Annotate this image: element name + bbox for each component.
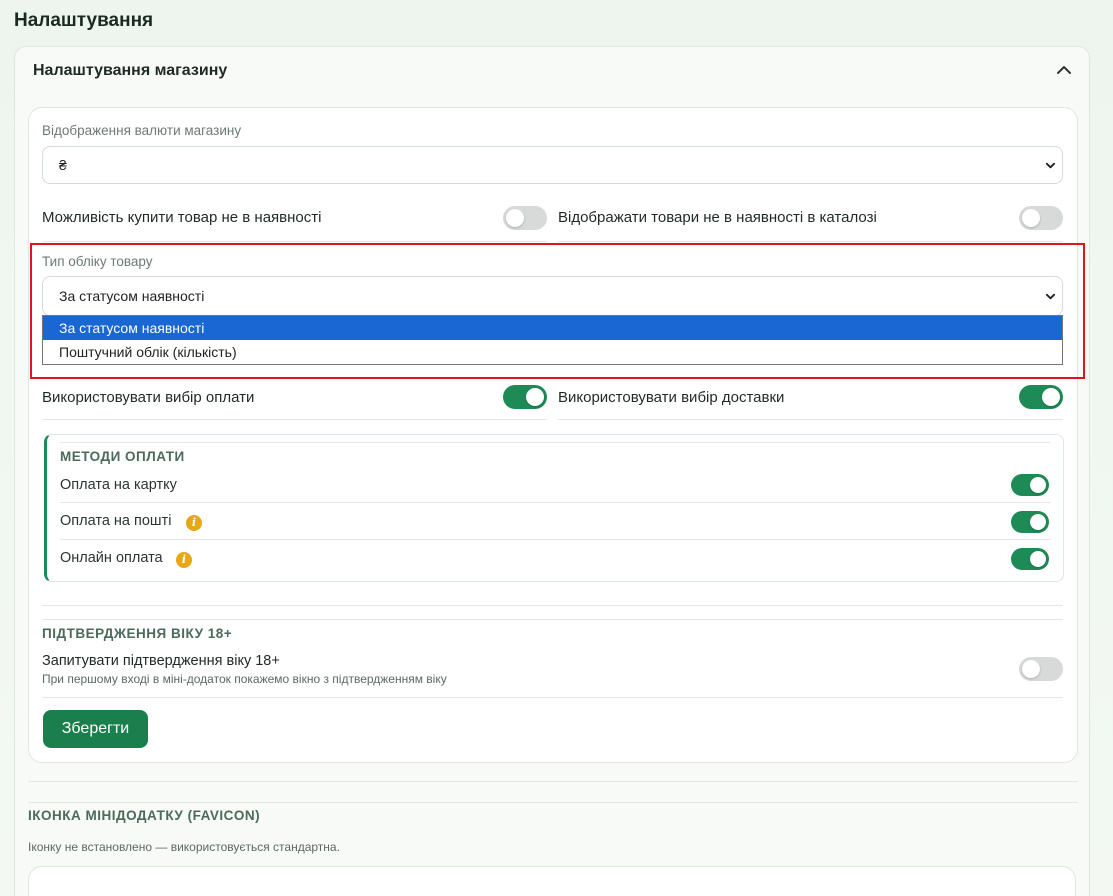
divider	[28, 781, 1078, 782]
payment-method-post-toggle[interactable]	[1011, 511, 1049, 533]
use-delivery-toggle[interactable]	[1019, 385, 1063, 409]
accounting-type-dropdown: За статусом наявності Поштучний облік (к…	[42, 315, 1063, 365]
toggle-knob	[1030, 477, 1046, 493]
toggle-knob	[1042, 388, 1060, 406]
divider	[60, 502, 1050, 503]
buy-out-of-stock-toggle[interactable]	[503, 206, 547, 230]
payment-method-card-toggle[interactable]	[1011, 474, 1049, 496]
save-button[interactable]: Зберегти	[43, 710, 148, 748]
age-section-title: ПІДТВЕРДЖЕННЯ ВІКУ 18+	[42, 626, 233, 641]
accounting-type-label: Тип обліку товару	[42, 254, 153, 269]
divider	[42, 619, 1063, 620]
divider	[60, 442, 1050, 443]
toggle-knob	[506, 209, 524, 227]
payment-method-post-label: Оплата на пошті	[60, 513, 172, 529]
chevron-up-icon[interactable]	[1055, 61, 1073, 79]
payment-method-card-label: Оплата на картку	[60, 477, 177, 493]
toggle-knob	[1030, 514, 1046, 530]
store-settings-form: Відображення валюти магазину ₴ Можливіст…	[28, 107, 1078, 763]
chevron-down-icon	[1045, 293, 1056, 300]
divider	[28, 802, 1078, 803]
toggle-knob	[1030, 551, 1046, 567]
divider	[42, 605, 1063, 606]
accounting-type-value: За статусом наявності	[59, 288, 205, 304]
buy-out-of-stock-label: Можливість купити товар не в наявності	[42, 209, 322, 226]
store-settings-title: Налаштування магазину	[33, 62, 228, 79]
use-payment-label: Використовувати вибір оплати	[42, 389, 255, 406]
store-settings-panel: Налаштування магазину Відображення валют…	[14, 46, 1090, 896]
info-icon[interactable]: i	[176, 552, 192, 568]
age-confirm-toggle[interactable]	[1019, 657, 1063, 681]
divider	[42, 697, 1063, 698]
currency-select[interactable]: ₴	[42, 146, 1063, 184]
divider	[42, 241, 547, 242]
currency-label: Відображення валюти магазину	[42, 123, 242, 138]
dropdown-option[interactable]: За статусом наявності	[43, 316, 1062, 340]
payment-methods-card: МЕТОДИ ОПЛАТИ Оплата на картку Оплата на…	[44, 434, 1064, 582]
toggle-knob	[1022, 209, 1040, 227]
store-settings-header[interactable]: Налаштування магазину	[15, 47, 1089, 95]
dropdown-option[interactable]: Поштучний облік (кількість)	[43, 340, 1062, 364]
age-confirm-hint: При першому вході в міні-додаток покажем…	[42, 672, 447, 686]
payment-method-online-label: Онлайн оплата	[60, 550, 163, 566]
toggle-knob	[1022, 660, 1040, 678]
favicon-hint: Іконку не встановлено — використовується…	[28, 840, 340, 854]
use-delivery-label: Використовувати вибір доставки	[558, 389, 785, 406]
divider	[42, 419, 547, 420]
divider	[558, 419, 1063, 420]
age-confirm-label: Запитувати підтвердження віку 18+	[42, 653, 280, 669]
divider	[60, 539, 1050, 540]
show-out-of-stock-label: Відображати товари не в наявності в ката…	[558, 209, 877, 226]
chevron-down-icon	[1045, 162, 1056, 169]
toggle-knob	[526, 388, 544, 406]
favicon-section-title: ІКОНКА МІНІДОДАТКУ (FAVICON)	[28, 808, 261, 823]
accounting-type-select[interactable]: За статусом наявності	[42, 276, 1063, 316]
currency-value: ₴	[59, 157, 67, 173]
divider	[558, 241, 1063, 242]
page-title: Налаштування	[14, 10, 154, 31]
info-icon[interactable]: i	[186, 515, 202, 531]
payment-methods-title: МЕТОДИ ОПЛАТИ	[60, 449, 185, 464]
use-payment-toggle[interactable]	[503, 385, 547, 409]
show-out-of-stock-toggle[interactable]	[1019, 206, 1063, 230]
payment-method-online-toggle[interactable]	[1011, 548, 1049, 570]
favicon-upload-card	[28, 866, 1076, 896]
